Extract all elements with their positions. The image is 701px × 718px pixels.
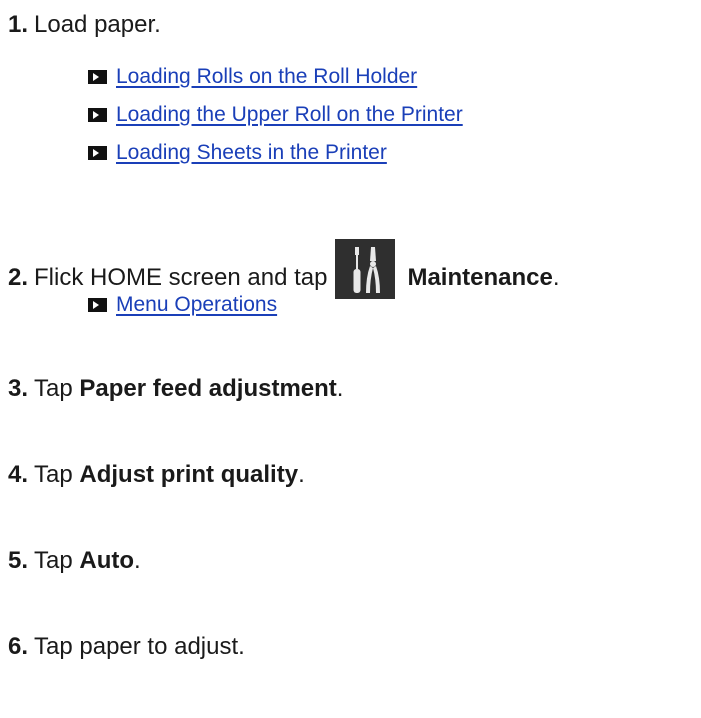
- step-number: 5.: [8, 547, 29, 574]
- step-4: 4. Tap Adjust print quality.: [8, 460, 305, 490]
- step-text: Tap paper to adjust.: [34, 633, 245, 660]
- list-item: Loading the Upper Roll on the Printer: [88, 96, 463, 134]
- step-text-bold: Adjust print quality: [79, 461, 299, 488]
- link-arrow-icon: [88, 70, 107, 84]
- step-number: 6.: [8, 633, 29, 660]
- step-text-bold: Paper feed adjustment: [79, 375, 337, 402]
- step-number: 1.: [8, 11, 29, 38]
- step-text-suffix: .: [552, 264, 560, 291]
- link-loading-upper-roll[interactable]: Loading the Upper Roll on the Printer: [116, 103, 463, 127]
- step-6: 6. Tap paper to adjust.: [8, 632, 245, 662]
- maintenance-icon: [335, 239, 396, 299]
- link-loading-rolls-roll-holder[interactable]: Loading Rolls on the Roll Holder: [116, 65, 417, 89]
- link-arrow-icon: [88, 108, 107, 122]
- list-item: Menu Operations: [88, 286, 277, 324]
- step-text: Load paper.: [34, 11, 161, 38]
- step-number: 3.: [8, 375, 29, 402]
- step-3: 3. Tap Paper feed adjustment.: [8, 374, 343, 404]
- step-number: 4.: [8, 461, 29, 488]
- step-text-bold: Auto: [79, 547, 135, 574]
- link-loading-sheets[interactable]: Loading Sheets in the Printer: [116, 141, 387, 165]
- step-2-links: Menu Operations: [88, 286, 277, 324]
- list-item: Loading Rolls on the Roll Holder: [88, 58, 463, 96]
- link-arrow-icon: [88, 298, 107, 312]
- maintenance-label: Maintenance: [407, 264, 553, 291]
- step-text-prefix: Tap: [34, 375, 80, 402]
- step-text-suffix: .: [134, 547, 141, 574]
- link-menu-operations[interactable]: Menu Operations: [116, 293, 277, 317]
- step-text-suffix: .: [336, 375, 344, 402]
- step-text-prefix: Tap: [34, 547, 80, 574]
- step-1-links: Loading Rolls on the Roll Holder Loading…: [88, 58, 463, 172]
- step-1: 1. Load paper.: [8, 10, 161, 40]
- link-arrow-icon: [88, 146, 107, 160]
- step-text-suffix: .: [298, 461, 305, 488]
- step-number: 2.: [8, 264, 29, 291]
- step-text-prefix: Tap: [34, 461, 80, 488]
- step-5: 5. Tap Auto.: [8, 546, 141, 576]
- list-item: Loading Sheets in the Printer: [88, 134, 463, 172]
